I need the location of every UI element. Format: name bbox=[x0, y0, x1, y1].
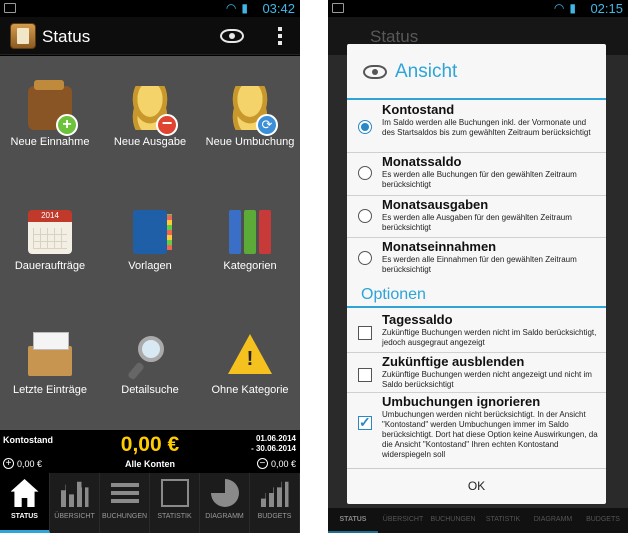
balance-summary: Kontostand 0,00 € 01.06.2014 - 30.06.201… bbox=[0, 430, 300, 473]
battery-icon: ▮ bbox=[569, 1, 576, 15]
tab-uebersicht[interactable]: ÜBERSICHT bbox=[50, 473, 100, 533]
radio-button[interactable] bbox=[358, 209, 372, 223]
section-optionen: Optionen bbox=[347, 278, 606, 308]
status-bar: ◠ ▮ 03:42 bbox=[0, 0, 300, 17]
tab-diagramm[interactable]: DIAGRAMM bbox=[200, 473, 250, 533]
list-icon bbox=[110, 479, 139, 507]
radio-monatssaldo[interactable]: Monatssaldo Es werden alle Buchungen für… bbox=[347, 154, 606, 194]
status-icons: ◠ ▮ bbox=[226, 1, 248, 15]
tile-detailsuche[interactable]: Detailsuche bbox=[100, 304, 200, 428]
clock: 02:15 bbox=[590, 1, 623, 16]
clock: 03:42 bbox=[262, 1, 295, 16]
radio-monatseinnahmen[interactable]: Monatseinnahmen Es werden alle Einnahmen… bbox=[347, 239, 606, 279]
overflow-menu-icon[interactable] bbox=[278, 27, 282, 45]
dialog-title: Ansicht bbox=[395, 61, 458, 82]
coin-stack-icon: ⟳ bbox=[228, 86, 278, 136]
radio-button[interactable] bbox=[358, 120, 372, 134]
tab-status[interactable]: STATUS bbox=[0, 473, 50, 533]
budget-chart-icon bbox=[260, 481, 289, 507]
dialog-header: Ansicht bbox=[347, 44, 606, 100]
tile-ohne-kategorie[interactable]: ! Ohne Kategorie bbox=[200, 304, 300, 428]
tile-dauerauftraege[interactable]: 2014 Daueraufträge bbox=[0, 180, 100, 304]
checkbox[interactable] bbox=[358, 368, 372, 382]
eye-icon[interactable] bbox=[220, 29, 244, 43]
magnifier-icon bbox=[127, 334, 172, 381]
checkbox-tagessaldo[interactable]: Tagessaldo Zukünftige Buchungen werden n… bbox=[347, 312, 606, 354]
tab-bar: STATUS ÜBERSICHT BUCHUNGEN STATISTIK DIA… bbox=[0, 473, 300, 533]
ok-button[interactable]: OK bbox=[347, 469, 606, 504]
tile-neue-ausgabe[interactable]: − Neue Ausgabe bbox=[100, 56, 200, 180]
tab-buchungen[interactable]: BUCHUNGEN bbox=[100, 473, 150, 533]
checkbox-zukuenftige-ausblenden[interactable]: Zukünftige ausblenden Zukünftige Buchung… bbox=[347, 354, 606, 394]
pie-chart-icon bbox=[210, 479, 239, 507]
expense-total: −0,00 € bbox=[256, 458, 296, 469]
page-title: Status bbox=[42, 27, 91, 46]
line-chart-icon bbox=[160, 479, 189, 507]
radio-button[interactable] bbox=[358, 166, 372, 180]
image-notification-icon bbox=[4, 3, 16, 13]
home-icon bbox=[10, 479, 39, 507]
action-bar: Status bbox=[0, 17, 300, 55]
eye-icon bbox=[363, 65, 387, 79]
tab-budgets[interactable]: BUDGETS bbox=[250, 473, 300, 533]
view-dialog: Ansicht Kontostand Im Saldo werden alle … bbox=[347, 44, 606, 504]
date-range[interactable]: 01.06.2014 - 30.06.2014 bbox=[251, 434, 296, 454]
tile-letzte-eintraege[interactable]: Letzte Einträge bbox=[0, 304, 100, 428]
tab-statistik[interactable]: STATISTIK bbox=[150, 473, 200, 533]
battery-icon: ▮ bbox=[241, 1, 248, 15]
warning-mark: ! bbox=[246, 348, 254, 370]
app-icon[interactable] bbox=[10, 23, 36, 49]
image-notification-icon bbox=[332, 3, 344, 13]
tile-vorlagen[interactable]: Vorlagen bbox=[100, 180, 200, 304]
left-screen: ◠ ▮ 03:42 Status + Neue Einnahme − Neue A… bbox=[0, 0, 300, 533]
checkbox-umbuchungen-ignorieren[interactable]: Umbuchungen ignorieren Umbuchungen werde… bbox=[347, 394, 606, 466]
wifi-icon: ◠ bbox=[225, 1, 237, 15]
tile-neue-einnahme[interactable]: + Neue Einnahme bbox=[0, 56, 100, 180]
radio-monatsausgaben[interactable]: Monatsausgaben Es werden alle Ausgaben f… bbox=[347, 197, 606, 237]
action-grid: + Neue Einnahme − Neue Ausgabe ⟳ Neue Um… bbox=[0, 56, 300, 430]
status-bar: ◠ ▮ 02:15 bbox=[328, 0, 628, 17]
checkbox[interactable] bbox=[358, 326, 372, 340]
wifi-icon: ◠ bbox=[553, 1, 565, 15]
wallet-icon: + bbox=[28, 80, 78, 136]
right-screen: ◠ ▮ 02:15 Status STATUS ÜBERSICHT BUCHUNG… bbox=[328, 0, 628, 533]
status-icons: ◠ ▮ bbox=[554, 1, 576, 15]
checkbox[interactable] bbox=[358, 414, 372, 431]
calendar-icon: 2014 bbox=[28, 210, 72, 254]
tile-kategorien[interactable]: Kategorien bbox=[200, 180, 300, 304]
dimmed-tab-bar: STATUS ÜBERSICHT BUCHUNGEN STATISTIK DIA… bbox=[328, 508, 628, 533]
radio-button[interactable] bbox=[358, 251, 372, 265]
binders-icon bbox=[228, 210, 272, 254]
account-selector[interactable]: Alle Konten bbox=[0, 459, 300, 469]
inbox-tray-icon bbox=[28, 332, 72, 376]
notebook-icon bbox=[133, 210, 172, 254]
bar-chart-icon bbox=[60, 481, 89, 507]
minus-circle-icon: − bbox=[256, 458, 268, 469]
coins-icon: − bbox=[128, 86, 178, 136]
radio-kontostand[interactable]: Kontostand Im Saldo werden alle Buchunge… bbox=[347, 102, 606, 152]
tile-neue-umbuchung[interactable]: ⟳ Neue Umbuchung bbox=[200, 56, 300, 180]
